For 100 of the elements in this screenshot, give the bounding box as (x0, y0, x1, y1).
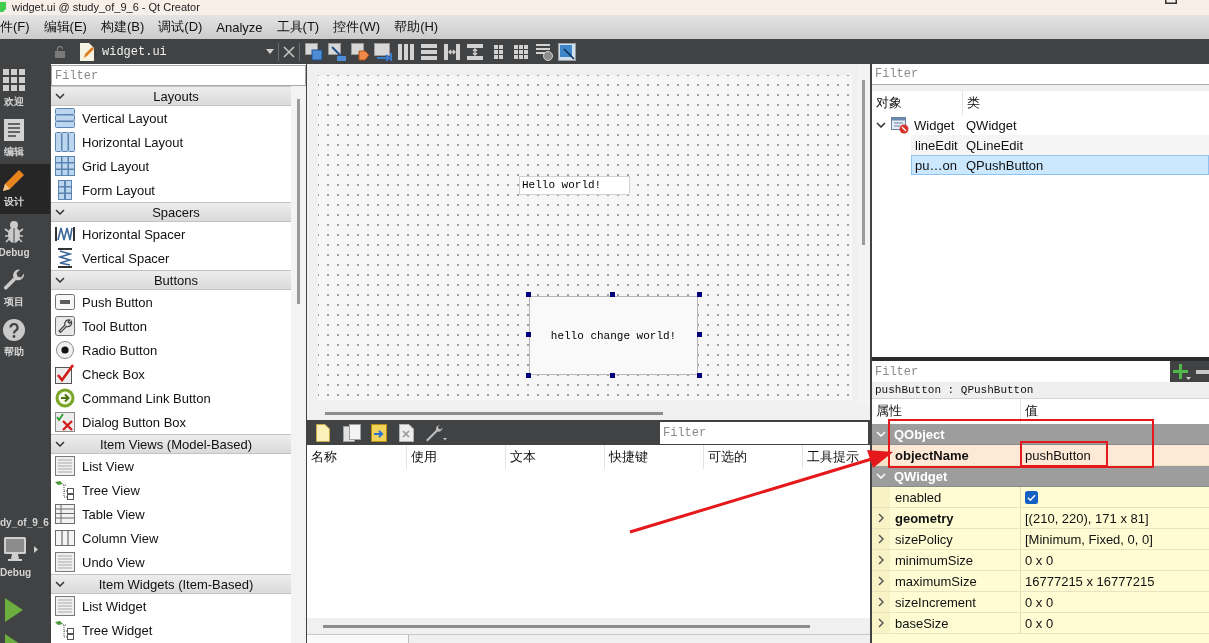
mode-button[interactable]: 编辑 (0, 114, 50, 164)
chevron-down-icon[interactable] (876, 122, 886, 128)
property-row[interactable]: baseSize 0 x 0 (872, 613, 1209, 634)
widget-item[interactable]: Vertical Spacer (51, 246, 291, 270)
delete-document-icon[interactable] (399, 424, 414, 442)
chevron-right-icon[interactable] (878, 597, 884, 607)
property-row[interactable]: enabled (872, 487, 1209, 508)
chevron-right-icon[interactable] (878, 513, 884, 523)
tree-row[interactable]: pu…on QPushButton (911, 155, 1209, 175)
resize-handle[interactable] (697, 332, 702, 337)
add-icon[interactable] (1173, 363, 1191, 380)
run-icon[interactable] (5, 598, 23, 622)
resize-handle[interactable] (610, 292, 615, 297)
resize-handle[interactable] (526, 292, 531, 297)
mode-button[interactable]: 欢迎 (0, 64, 50, 114)
widget-item[interactable]: Check Box (51, 362, 291, 386)
grid-icon[interactable] (512, 42, 530, 61)
widget-item[interactable]: Dialog Button Box (51, 410, 291, 434)
menu-item[interactable]: 工具(T) (269, 16, 327, 38)
resize-handle[interactable] (526, 332, 531, 337)
overlapping-windows-icon[interactable] (305, 42, 323, 61)
property-row[interactable]: objectName pushButton (872, 445, 1209, 466)
widget-item[interactable]: Tree Widget (51, 618, 291, 642)
vertical-split-icon[interactable] (466, 42, 484, 61)
category-header[interactable]: Item Views (Model-Based) (51, 434, 291, 454)
remove-icon[interactable] (1196, 369, 1209, 374)
copy-pages-icon[interactable] (343, 424, 361, 442)
widget-item[interactable]: Tree View (51, 478, 291, 502)
widget-item[interactable]: List View (51, 454, 291, 478)
widget-item[interactable]: Undo View (51, 550, 291, 574)
rows-icon[interactable] (420, 42, 438, 61)
property-row[interactable]: geometry [(210, 220), 171 x 81] (872, 508, 1209, 529)
filter-field[interactable]: Filter (660, 422, 868, 444)
column-header[interactable]: 属性 (872, 399, 1020, 423)
resize-handle[interactable] (610, 373, 615, 378)
horizontal-split-icon[interactable] (443, 42, 461, 61)
column-header[interactable]: 值 (1020, 399, 1200, 423)
menu-item[interactable]: 调试(D) (151, 16, 210, 38)
chevron-down-icon[interactable] (55, 93, 65, 99)
column-header[interactable]: 对象 (872, 91, 962, 115)
menu-item[interactable]: 帮助(H) (387, 16, 446, 38)
chevron-down-icon[interactable] (55, 441, 65, 447)
property-row[interactable]: minimumSize 0 x 0 (872, 550, 1209, 571)
property-row[interactable]: sizePolicy [Minimum, Fixed, 0, 0] (872, 529, 1209, 550)
menu-item[interactable]: 编辑(E) (36, 16, 94, 38)
scrollbar-thumb[interactable] (325, 411, 663, 415)
scrollbar-thumb[interactable] (297, 99, 300, 304)
widget-item[interactable]: Radio Button (51, 338, 291, 362)
lines-circle-icon[interactable] (535, 42, 553, 61)
widget-item[interactable]: Horizontal Layout (51, 130, 291, 154)
scrollbar-thumb[interactable] (862, 80, 865, 245)
resize-handle[interactable] (697, 373, 702, 378)
widget-item[interactable]: Table View (51, 502, 291, 526)
document-dropdown[interactable]: widget.ui (77, 40, 277, 63)
menu-item[interactable]: 件(F) (0, 16, 37, 38)
widget-item[interactable]: Form Layout (51, 178, 291, 202)
category-header[interactable]: Spacers (51, 202, 291, 222)
mode-button[interactable]: 项目 (0, 264, 50, 314)
widget-item[interactable]: Tool Button (51, 314, 291, 338)
menu-item[interactable]: 构建(B) (93, 16, 152, 38)
columns-icon[interactable] (397, 42, 415, 61)
widget-item[interactable]: Vertical Layout (51, 106, 291, 130)
checkbox[interactable] (1025, 490, 1038, 504)
maximize-icon[interactable] (1165, 0, 1177, 4)
tree-row[interactable]: lineEdit QLineEdit (911, 135, 1209, 155)
widget-item[interactable]: Push Button (51, 290, 291, 314)
filter-field[interactable]: Filter (51, 65, 306, 86)
resize-handle[interactable] (526, 373, 531, 378)
new-document-icon[interactable] (316, 424, 330, 442)
chevron-right-icon[interactable] (878, 534, 884, 544)
category-header[interactable]: Layouts (51, 86, 291, 106)
push-button-widget[interactable]: hello change world! (529, 296, 698, 375)
resize-handle[interactable] (697, 292, 702, 297)
chevron-right-icon[interactable] (878, 555, 884, 565)
chevron-down-icon[interactable] (55, 581, 65, 587)
widget-item[interactable]: List Widget (51, 594, 291, 618)
chevron-right-icon[interactable] (878, 576, 884, 586)
property-row[interactable]: sizeIncrement 0 x 0 (872, 592, 1209, 613)
property-row[interactable]: maximumSize 16777215 x 16777215 (872, 571, 1209, 592)
widget-item[interactable]: Command Link Button (51, 386, 291, 410)
line-edit-field[interactable]: Hello world! (519, 176, 630, 195)
caret-right-icon[interactable] (34, 545, 38, 553)
framed-square-icon[interactable] (558, 42, 576, 61)
widget-item[interactable]: Grid Layout (51, 154, 291, 178)
window-tag-icon[interactable] (351, 42, 369, 61)
arrow-document-icon[interactable] (371, 424, 387, 442)
category-header[interactable]: Buttons (51, 270, 291, 290)
column-header[interactable]: 名称 (307, 445, 406, 469)
widget-item[interactable]: Column View (51, 526, 291, 550)
mode-button[interactable]: 帮助 (0, 314, 50, 364)
chevron-down-icon[interactable] (55, 277, 65, 283)
menu-item[interactable]: 控件(W) (326, 16, 388, 38)
window-arrow-icon[interactable] (328, 42, 346, 61)
wrench-icon[interactable] (425, 424, 447, 442)
menu-item[interactable]: Analyze (209, 16, 270, 38)
category-header[interactable]: Item Widgets (Item-Based) (51, 574, 291, 594)
chevron-down-icon[interactable] (55, 209, 65, 215)
mode-button[interactable]: 设计 (0, 164, 50, 214)
widget-item[interactable]: Horizontal Spacer (51, 222, 291, 246)
monitor-icon[interactable] (4, 537, 26, 561)
